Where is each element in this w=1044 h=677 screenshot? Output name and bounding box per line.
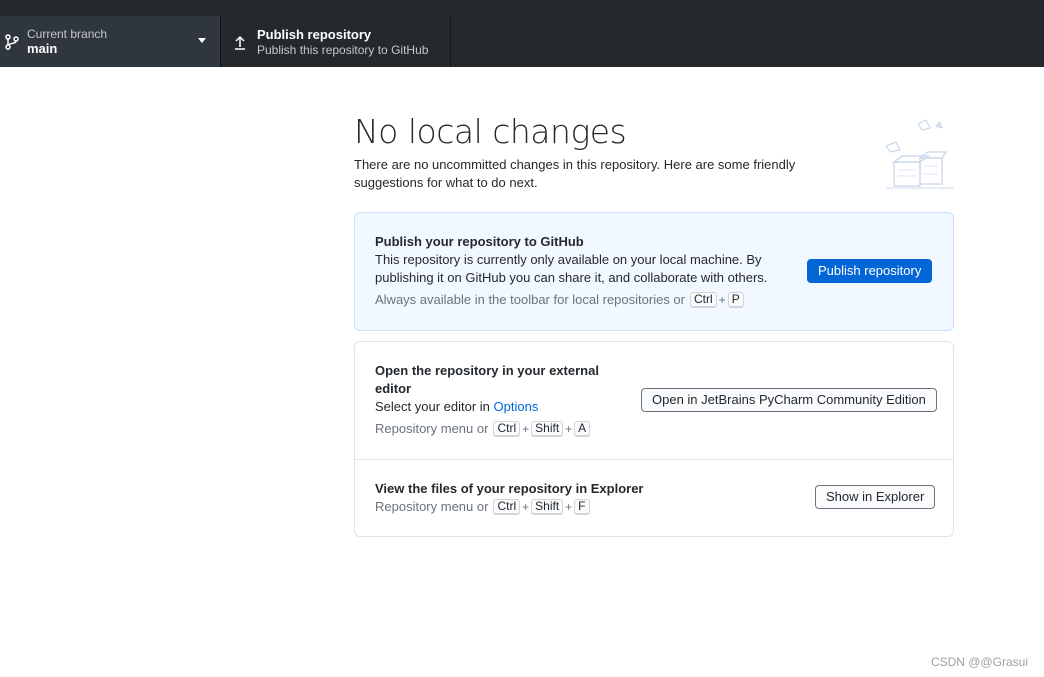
kbd-a: A (574, 421, 591, 437)
empty-state-illustration (885, 119, 954, 189)
publish-hint-text: Always available in the toolbar for loca… (375, 292, 685, 307)
watermark: CSDN @@Grasui (930, 655, 1028, 669)
upload-icon (233, 33, 247, 51)
publish-card: Publish your repository to GitHub This r… (354, 212, 954, 331)
no-changes-header: No local changes There are no uncommitte… (354, 112, 954, 192)
git-branch-icon (5, 33, 19, 51)
explorer-section: View the files of your repository in Exp… (355, 459, 953, 516)
window-titlebar (0, 0, 1044, 16)
publish-card-title: Publish your repository to GitHub (375, 234, 584, 249)
editor-text-prefix: Select your editor in (375, 399, 490, 414)
explorer-hint-text: Repository menu or (375, 499, 489, 514)
kbd-shift: Shift (531, 421, 564, 437)
branch-caption: Current branch (27, 26, 108, 41)
show-in-explorer-button[interactable]: Show in Explorer (815, 485, 936, 509)
publish-repository-toolbar-button[interactable]: Publish repository Publish this reposito… (221, 16, 451, 67)
publish-card-hint: Always available in the toolbar for loca… (375, 291, 933, 309)
page-subtitle: There are no uncommitted changes in this… (354, 157, 796, 190)
plus-sign: + (565, 500, 573, 514)
toolbar: Current branch main Publish repository P… (0, 16, 1044, 67)
current-branch-button[interactable]: Current branch main (0, 16, 221, 67)
kbd-ctrl: Ctrl (493, 421, 521, 437)
caret-down-icon (198, 38, 206, 43)
plus-sign: + (522, 422, 530, 436)
editor-section-title: Open the repository in your external edi… (375, 363, 599, 396)
kbd-p: P (727, 292, 744, 308)
publish-card-text: This repository is currently only availa… (375, 252, 768, 285)
publish-repository-button[interactable]: Publish repository (807, 259, 933, 283)
open-in-editor-button[interactable]: Open in JetBrains PyCharm Community Edit… (641, 388, 937, 412)
publish-title: Publish repository (257, 26, 372, 42)
editor-hint-text: Repository menu or (375, 421, 489, 436)
plus-sign: + (718, 293, 726, 307)
kbd-ctrl: Ctrl (493, 499, 521, 515)
editor-hint: Repository menu or Ctrl + Shift + A (375, 420, 933, 438)
options-link[interactable]: Options (494, 399, 539, 414)
kbd-ctrl: Ctrl (690, 292, 717, 308)
kbd-f: F (574, 499, 590, 515)
page-title: No local changes (354, 112, 627, 151)
plus-sign: + (565, 422, 573, 436)
kbd-shift: Shift (531, 499, 564, 515)
publish-caption: Publish this repository to GitHub (257, 42, 429, 57)
plus-sign: + (522, 500, 530, 514)
editor-section: Open the repository in your external edi… (355, 342, 953, 459)
branch-name: main (27, 40, 58, 56)
actions-card: Open the repository in your external edi… (354, 341, 954, 537)
